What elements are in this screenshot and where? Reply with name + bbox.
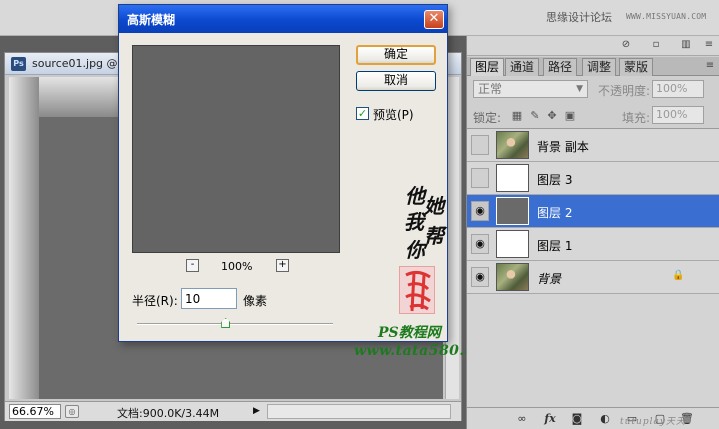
panel-tabs: 图层 通道 路径 调整 蒙版 ≡ (467, 57, 719, 76)
eye-icon[interactable]: ◉ (471, 234, 489, 254)
opacity-field[interactable]: 100% (652, 80, 704, 98)
visibility-toggle[interactable] (471, 168, 489, 188)
layer-name: 图层 2 (537, 206, 573, 220)
zoom-in-button[interactable]: + (276, 259, 289, 272)
photoshop-logo-icon: Ps (11, 57, 26, 71)
tab-channels[interactable]: 通道 (505, 58, 539, 76)
footer-watermark: tutuplay天天 (620, 417, 686, 427)
status-menu-icon[interactable]: ◎ (65, 405, 79, 418)
forum-label: 思缘设计论坛 (546, 11, 612, 24)
eye-icon[interactable]: ◉ (471, 201, 489, 221)
layer-name: 背景 (537, 272, 562, 286)
preview-checkbox[interactable]: ✓ (356, 107, 369, 120)
no-entry-icon[interactable]: ⊘ (620, 39, 632, 51)
new-doc-icon[interactable]: ▫ (650, 39, 662, 51)
layer-row[interactable]: ◉ 背景 🔒 (467, 261, 719, 294)
tab-paths[interactable]: 路径 (543, 58, 577, 76)
lock-brush-icon[interactable]: ✎ (529, 109, 541, 122)
document-status-bar: 66.67% ◎ 文档:900.0K/3.44M ▶ (5, 401, 461, 421)
radius-unit: 像素 (243, 294, 268, 308)
forum-url: WWW.MISSYUAN.COM (626, 12, 707, 21)
watermark-char: 他 (405, 184, 425, 208)
tab-adjustments[interactable]: 调整 (582, 58, 616, 76)
layers-list: 背景 副本 图层 3 ◉ 图层 2 ◉ 图层 1 ◉ 背景 🔒 (467, 128, 719, 407)
layer-thumbnail (496, 230, 529, 258)
adjustment-icon[interactable]: ◐ (598, 412, 612, 426)
lock-transparency-icon[interactable]: ▦ (511, 109, 523, 122)
preview-label: 预览(P) (373, 108, 414, 122)
zoom-out-button[interactable]: - (186, 259, 199, 272)
watermark-site-name: PS教程网 (378, 325, 441, 341)
watermark-char: 帮 (424, 224, 444, 248)
document-info: 文档:900.0K/3.44M (117, 407, 220, 420)
dialog-title: 高斯模糊 (127, 13, 176, 27)
cancel-button[interactable]: 取消 (356, 71, 436, 91)
eye-icon[interactable]: ◉ (471, 267, 489, 287)
layer-row[interactable]: 图层 3 (467, 162, 719, 195)
layer-row[interactable]: ◉ 图层 1 (467, 228, 719, 261)
watermark-char: 你 (405, 238, 425, 262)
layer-name: 背景 副本 (537, 140, 589, 154)
close-icon[interactable]: ✕ (424, 10, 444, 29)
radius-slider-track[interactable] (137, 323, 333, 325)
trash-icon[interactable]: ▥ (680, 39, 692, 51)
document-title: source01.jpg @ (32, 57, 118, 70)
canvas-left-edge (9, 77, 39, 399)
fill-field[interactable]: 100% (652, 106, 704, 124)
zoom-level-field[interactable]: 66.67% (9, 404, 61, 419)
layer-name: 图层 1 (537, 239, 573, 253)
watermark-seal (399, 266, 435, 314)
layer-name: 图层 3 (537, 173, 573, 187)
status-arrow-icon[interactable]: ▶ (253, 406, 260, 416)
opacity-label: 不透明度: (598, 84, 651, 98)
lock-label: 锁定: (473, 111, 502, 125)
layer-thumbnail (496, 263, 529, 291)
lock-icon: 🔒 (672, 270, 685, 281)
dialog-titlebar[interactable]: 高斯模糊 ✕ (119, 5, 447, 33)
radius-label: 半径(R): (132, 294, 178, 308)
chevron-down-icon: ▼ (576, 84, 583, 94)
fill-label: 填充: (622, 111, 651, 125)
layer-row[interactable]: 背景 副本 (467, 129, 719, 162)
mask-icon[interactable]: ◙ (570, 412, 584, 426)
watermark-char: 我 (404, 210, 424, 234)
panel-menu-icon[interactable]: ≡ (704, 60, 716, 72)
fx-icon[interactable]: fx (543, 412, 557, 426)
watermark-char: 她 (424, 194, 444, 218)
panel-icon-row: ⊘ ▫ ▥ ≡ (467, 36, 719, 56)
radius-input[interactable] (181, 288, 237, 309)
layer-thumbnail (496, 197, 529, 225)
layers-panel: ⊘ ▫ ▥ ≡ 图层 通道 路径 调整 蒙版 ≡ 正常 ▼ 不透明度: 100%… (466, 36, 719, 429)
lock-move-icon[interactable]: ✥ (546, 109, 558, 122)
tab-masks[interactable]: 蒙版 (619, 58, 653, 76)
tab-layers[interactable]: 图层 (470, 58, 504, 76)
panel-menu-icon[interactable]: ≡ (703, 39, 715, 51)
preview-area[interactable] (132, 45, 340, 253)
preview-zoom-percent: 100% (221, 260, 253, 273)
blend-mode-select[interactable]: 正常 ▼ (473, 80, 588, 98)
layer-thumbnail (496, 131, 529, 159)
layer-row[interactable]: ◉ 图层 2 (467, 195, 719, 228)
horizontal-scrollbar[interactable] (267, 404, 451, 419)
link-icon[interactable]: ∞ (515, 412, 529, 426)
blend-mode-value: 正常 (478, 82, 503, 96)
lock-all-icon[interactable]: ▣ (564, 109, 576, 122)
ok-button[interactable]: 确定 (356, 45, 436, 65)
radius-slider-thumb[interactable] (221, 318, 231, 328)
visibility-toggle[interactable] (471, 135, 489, 155)
layer-thumbnail (496, 164, 529, 192)
